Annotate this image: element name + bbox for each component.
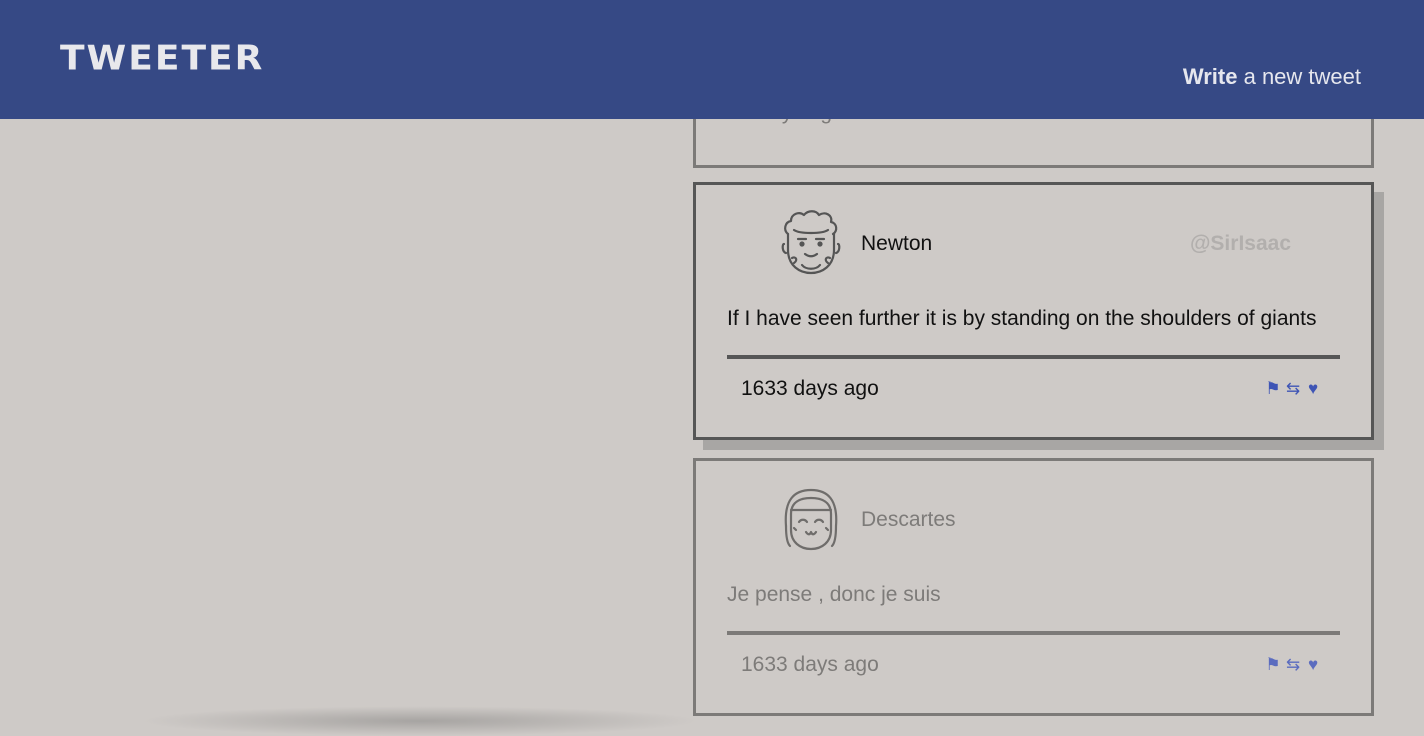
tweet-card: Descartes Je pense , donc je suis 1633 d… [693,458,1374,716]
tweet-divider [727,355,1340,359]
tweet-author-handle: @SirIsaac [1189,232,1291,255]
tweet-actions: ⚑ ⇆ ♥ [1265,379,1321,399]
tweet-divider [727,631,1340,635]
compose-tweet-button[interactable]: Write a new tweet [1183,64,1361,90]
compose-label: a new tweet [1237,64,1361,89]
compose-bold-label: Write [1182,64,1238,89]
tweet-author-name: Newton [861,232,933,255]
tweet-content: If I have seen further it is by standing… [727,307,1317,330]
flag-icon[interactable]: ⚑ [1265,379,1281,399]
tweet-timestamp: 1633 days ago [741,653,879,676]
app-logo[interactable]: TWEETER [60,39,264,78]
retweet-icon[interactable]: ⇆ [1285,655,1301,675]
top-navbar: TWEETER Write a new tweet [0,0,1424,119]
tweet-actions: ⚑ ⇆ ♥ [1265,655,1321,675]
like-icon[interactable]: ♥ [1305,655,1321,675]
tweet-timestamp: 1633 days ago [741,377,879,400]
avatar-icon [781,210,841,275]
tweet-author-name: Descartes [861,508,956,531]
like-icon[interactable]: ♥ [1305,379,1321,399]
avatar-icon [784,488,838,551]
flag-icon[interactable]: ⚑ [1265,655,1281,675]
tweet-card: Newton @SirIsaac If I have seen further … [693,182,1374,440]
retweet-icon[interactable]: ⇆ [1285,379,1301,399]
tweet-content: Je pense , donc je suis [727,583,941,606]
page-shadow [140,706,700,736]
